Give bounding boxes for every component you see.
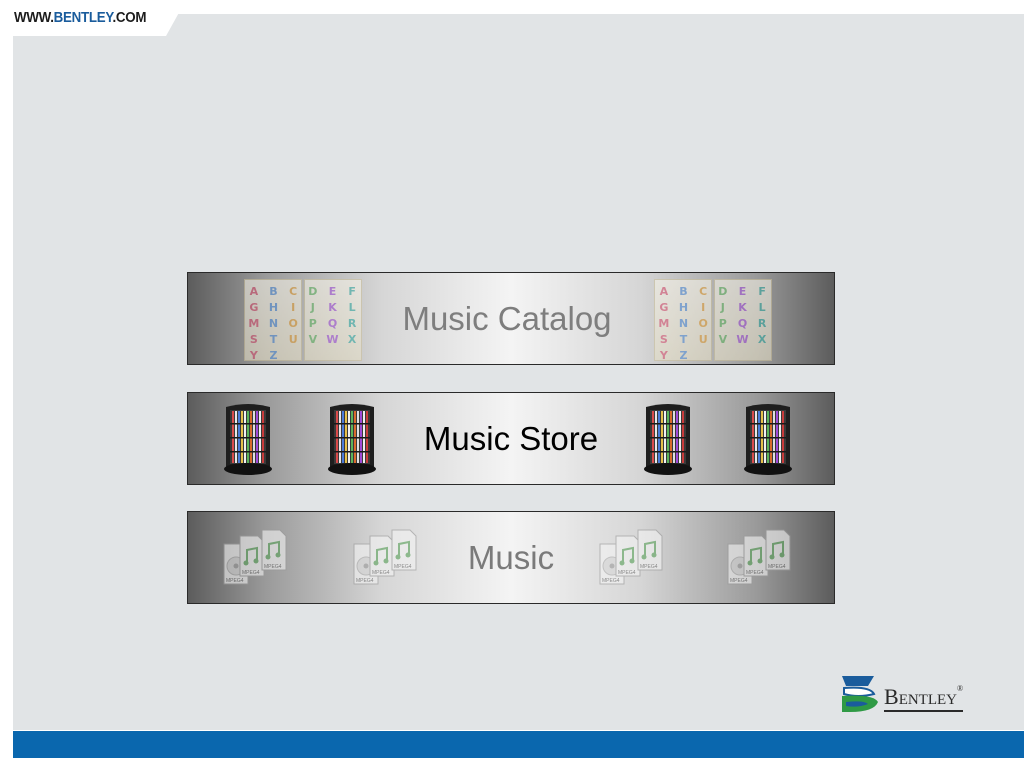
music-band: MPEG4 MPEG4 MPEG4 MPEG4 MPEG4 MPEG4 Music MP… bbox=[187, 511, 835, 604]
alphabet-letter: Y bbox=[659, 349, 668, 362]
alphabet-letter: C bbox=[289, 285, 298, 298]
bentley-logo: BENTLEY® bbox=[838, 672, 982, 716]
alphabet-letter: X bbox=[757, 333, 767, 346]
alphabet-letter: A bbox=[659, 285, 669, 298]
alphabet-blocks-icon: ABCDEF GHI JKL MNOPQR STUVWX YZ bbox=[654, 279, 772, 362]
alphabet-letter: L bbox=[758, 301, 766, 314]
mpeg4-label: MPEG4 bbox=[746, 570, 764, 576]
alphabet-letter: I bbox=[701, 301, 706, 314]
alphabet-letter: R bbox=[757, 317, 767, 330]
alphabet-letter: E bbox=[738, 285, 747, 298]
alphabet-letter: Q bbox=[737, 317, 748, 330]
alphabet-letter: Z bbox=[269, 349, 278, 362]
mpeg4-file-icon: MPEG4 MPEG4 MPEG4 bbox=[599, 529, 663, 585]
alphabet-letter: F bbox=[348, 285, 356, 298]
band-label-music-store: Music Store bbox=[423, 419, 599, 457]
alphabet-letter: D bbox=[308, 285, 318, 298]
alphabet-letter: U bbox=[698, 333, 708, 346]
alphabet-letter: E bbox=[328, 285, 337, 298]
cd-rack-icon bbox=[644, 404, 692, 475]
cd-rack-icon bbox=[744, 404, 792, 475]
bentley-wordmark: BENTLEY® bbox=[884, 684, 964, 712]
alphabet-letter: K bbox=[738, 301, 747, 314]
alphabet-letter: H bbox=[678, 301, 689, 314]
mpeg4-file-icon: MPEG4 MPEG4 MPEG4 bbox=[727, 529, 791, 585]
mpeg4-label: MPEG4 bbox=[730, 578, 748, 584]
alphabet-letter: B bbox=[269, 285, 278, 298]
alphabet-letter: S bbox=[659, 333, 668, 346]
alphabet-letter: Z bbox=[679, 349, 688, 362]
footer-bar bbox=[13, 731, 1024, 758]
alphabet-letter: Y bbox=[249, 349, 258, 362]
alphabet-letters: ABCDEF GHI JKL MNOPQR STUVWX YZ bbox=[654, 285, 772, 362]
mpeg4-label: MPEG4 bbox=[356, 578, 374, 584]
alphabet-letter: B bbox=[679, 285, 688, 298]
alphabet-letter: G bbox=[659, 301, 669, 314]
slide-background bbox=[13, 14, 1024, 730]
website-url[interactable]: WWW.BENTLEY.COM bbox=[14, 10, 147, 26]
mpeg4-label: MPEG4 bbox=[618, 570, 636, 576]
alphabet-letter: A bbox=[249, 285, 259, 298]
mpeg4-label: MPEG4 bbox=[602, 578, 620, 584]
alphabet-letter: D bbox=[718, 285, 728, 298]
mpeg4-label: MPEG4 bbox=[640, 564, 658, 570]
alphabet-letter: N bbox=[678, 317, 689, 330]
alphabet-letter: V bbox=[718, 333, 728, 346]
alphabet-letter: F bbox=[758, 285, 766, 298]
alphabet-letter: C bbox=[699, 285, 708, 298]
alphabet-letter: J bbox=[720, 301, 725, 314]
alphabet-letter: T bbox=[679, 333, 688, 346]
alphabet-letter: W bbox=[736, 333, 749, 346]
alphabet-letter: P bbox=[718, 317, 727, 330]
alphabet-letter: O bbox=[698, 317, 708, 330]
music-store-band: Music Store bbox=[187, 392, 835, 485]
music-catalog-band: ABCDEFGHIJKLMNOPQRSTUVWXYZ Music Catalog… bbox=[187, 272, 835, 365]
mpeg4-label: MPEG4 bbox=[768, 564, 786, 570]
bentley-b-logo-icon bbox=[842, 676, 878, 712]
alphabet-letter: M bbox=[658, 317, 670, 330]
mpeg4-label: MPEG4 bbox=[226, 578, 244, 584]
